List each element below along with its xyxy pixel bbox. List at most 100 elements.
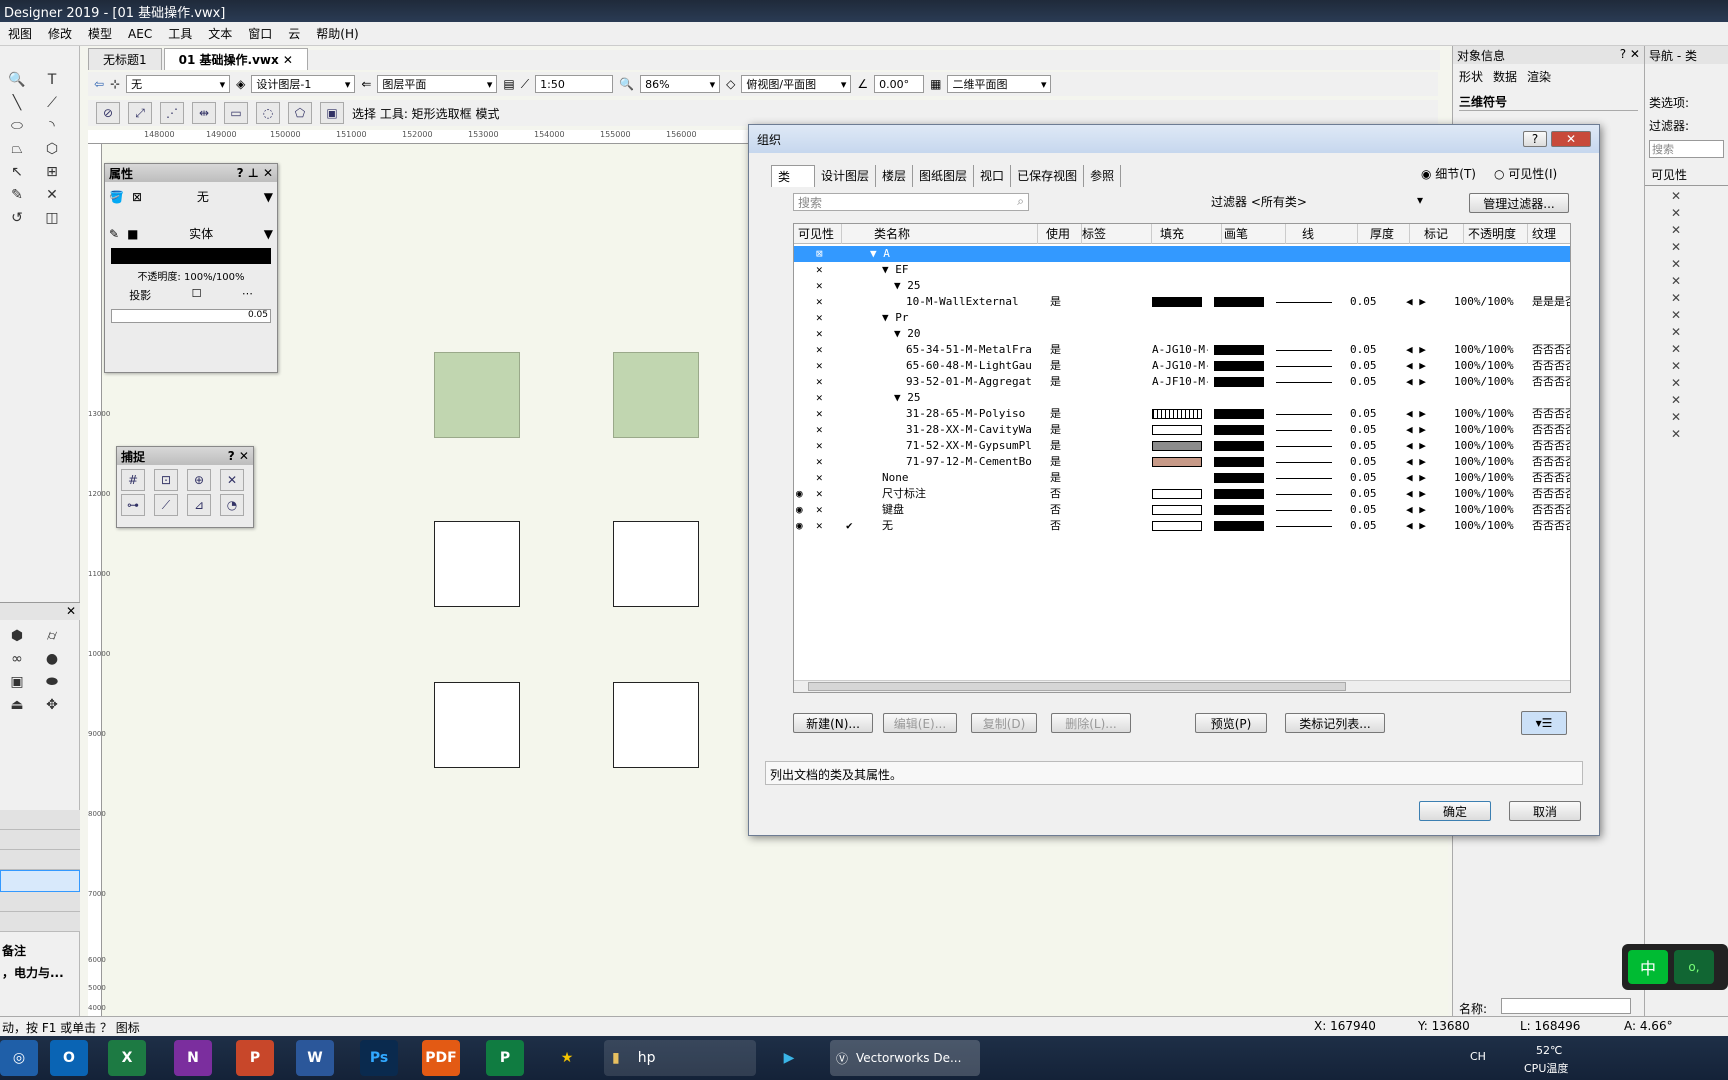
note-label[interactable]: 备注	[2, 942, 26, 959]
green-square[interactable]	[613, 352, 699, 438]
onenote-icon[interactable]: N	[174, 1040, 212, 1076]
nurbs-tool-icon[interactable]: ∞	[6, 649, 28, 669]
tab-stories[interactable]: 楼层	[876, 165, 914, 187]
table-row[interactable]: ◉ ✕ 尺寸标注 否 0.05 ◀ ▶ 100%/100% 否否否否	[794, 486, 1570, 502]
col-pen[interactable]: 画笔	[1224, 224, 1286, 244]
table-row[interactable]: ✕ ▼ Pr	[794, 310, 1570, 326]
table-row[interactable]: ◉ ✕ 键盘 否 0.05 ◀ ▶ 100%/100% 否否否否	[794, 502, 1570, 518]
white-square[interactable]	[434, 682, 520, 768]
menu-modify[interactable]: 修改	[40, 25, 80, 42]
tab-saved-views[interactable]: 已保存视图	[1011, 165, 1085, 187]
white-square[interactable]	[613, 682, 699, 768]
table-row[interactable]: ✕ 10-M-WallExternal 是 0.05 ◀ ▶ 100%/100% 是是是否	[794, 294, 1570, 310]
lineweight-field[interactable]: 0.05	[111, 309, 271, 323]
menu-view[interactable]: 视图	[0, 25, 40, 42]
menu-cloud[interactable]: 云	[280, 25, 308, 42]
align-icon[interactable]: ⇹	[192, 102, 216, 124]
start-icon[interactable]: ◎	[0, 1040, 38, 1076]
help-close-icons[interactable]: ? ⊥ ✕	[237, 166, 273, 180]
manage-filters-button[interactable]: 管理过滤器...	[1469, 193, 1569, 213]
class-tag-list-button[interactable]: 类标记列表...	[1285, 713, 1385, 733]
menu-model[interactable]: 模型	[80, 25, 120, 42]
tab-render[interactable]: 渲染	[1527, 68, 1551, 85]
col-thickness[interactable]: 厚度	[1370, 224, 1410, 244]
trim-tool-icon[interactable]: ✕	[41, 185, 63, 205]
tab-shape[interactable]: 形状	[1459, 68, 1483, 85]
taskbar-vectorworks[interactable]: Ⓥ Vectorworks De...	[830, 1040, 980, 1076]
tab-references[interactable]: 参照	[1084, 165, 1122, 187]
column-options-icon[interactable]: ▾☰	[1521, 711, 1567, 735]
resize-tool-icon[interactable]: ⊞	[41, 162, 63, 182]
table-row[interactable]: ✕ None 是 0.05 ◀ ▶ 100%/100% 否否否否	[794, 470, 1570, 486]
box-tool-icon[interactable]: ▣	[6, 672, 28, 692]
col-tag[interactable]: 标签	[1082, 224, 1152, 244]
name-field[interactable]	[1501, 998, 1631, 1014]
lasso-select-icon[interactable]: ◌	[256, 102, 280, 124]
multi-snap-icon[interactable]: ⋰	[160, 102, 184, 124]
polygon-select-icon[interactable]: ⬠	[288, 102, 312, 124]
select-tool-icon[interactable]: ↖	[6, 162, 28, 182]
sphere-tool-icon[interactable]: ●	[41, 649, 63, 669]
nav-visibility-column[interactable]: ✕ ✕ ✕ ✕ ✕ ✕ ✕ ✕ ✕ ✕ ✕ ✕ ✕ ✕ ✕	[1645, 186, 1728, 445]
chevron-down-icon[interactable]: ▼	[264, 227, 273, 241]
col-fill[interactable]: 填充	[1160, 224, 1222, 244]
horizontal-scrollbar[interactable]	[794, 680, 1570, 692]
help-icon[interactable]: ?	[1523, 131, 1547, 147]
table-row[interactable]: ✕ ▼ EF	[794, 262, 1570, 278]
text-tool-icon[interactable]: T	[41, 70, 63, 90]
pen-color-icon[interactable]: ■	[127, 227, 138, 241]
pen-color-swatch[interactable]	[111, 248, 271, 264]
star-app-icon[interactable]: ★	[548, 1040, 586, 1076]
snap-angle-icon[interactable]: ⊕	[187, 469, 211, 491]
tab-design-layers[interactable]: 设计图层	[815, 165, 877, 187]
white-square[interactable]	[434, 521, 520, 607]
standard-view-combo[interactable]: 俯视图/平面图 ▾	[741, 75, 852, 93]
tool-set-item[interactable]	[0, 912, 80, 932]
radio-visibility[interactable]: ○ 可见性(I)	[1494, 165, 1557, 182]
no-snap-icon[interactable]: ⊘	[96, 102, 120, 124]
render-mode-combo[interactable]: 二维平面图 ▾	[947, 75, 1052, 93]
hexagon-tool-icon[interactable]: ⬡	[41, 139, 63, 159]
pdf-icon[interactable]: PDF	[422, 1040, 460, 1076]
scale-field[interactable]: 1:50	[535, 75, 614, 93]
close-icon[interactable]: ✕	[1551, 131, 1591, 147]
snap-distance-icon[interactable]: ⊶	[121, 494, 145, 516]
project-icon[interactable]: P	[486, 1040, 524, 1076]
table-row[interactable]: ✕ 71-97-12-M-CementBo 是 0.05 ◀ ▶ 100%/100% 否否否…	[794, 454, 1570, 470]
ime-widget[interactable]: 中 o,	[1622, 944, 1728, 990]
shadow-checkbox[interactable]: ☐	[192, 287, 202, 303]
taskbar-folder-hp[interactable]: ▮ hp	[604, 1040, 756, 1076]
eyedropper-tool-icon[interactable]: ✎	[6, 185, 28, 205]
photoshop-icon[interactable]: Ps	[360, 1040, 398, 1076]
cylinder-tool-icon[interactable]: ⌭	[41, 626, 63, 646]
preview-button[interactable]: 预览(P)	[1195, 713, 1267, 733]
menu-text[interactable]: 文本	[200, 25, 240, 42]
table-row[interactable]: ✕ 65-60-48-M-LightGau 是 A-JG10-M-S 0.05 ◀ ▶ 10…	[794, 358, 1570, 374]
duplicate-button[interactable]: 复制(D)	[971, 713, 1037, 733]
chevron-down-icon[interactable]: ▼	[264, 190, 273, 204]
angle-field[interactable]: 0.00°	[874, 75, 925, 93]
opacity-label[interactable]: 不透明度: 100%/100%	[105, 268, 277, 283]
scrollbar-thumb[interactable]	[808, 682, 1346, 691]
zoom-combo[interactable]: 86% ▾	[640, 75, 721, 93]
help-close-icons[interactable]: ? ✕	[228, 449, 249, 463]
eraser-tool-icon[interactable]: ◫	[41, 208, 63, 228]
menu-window[interactable]: 窗口	[240, 25, 280, 42]
active-layer-combo[interactable]: 设计图层-1 ▾	[251, 75, 356, 93]
snap-object-icon[interactable]: ⊡	[154, 469, 178, 491]
radio-detail[interactable]: ◉ 细节(T)	[1421, 165, 1476, 182]
snap-arc-icon[interactable]: ◔	[220, 494, 244, 516]
col-opacity[interactable]: 不透明度	[1468, 224, 1528, 244]
snap-intersection-icon[interactable]: ✕	[220, 469, 244, 491]
punct-icon[interactable]: o,	[1674, 950, 1714, 984]
tool-set-item[interactable]	[0, 830, 80, 850]
power-label[interactable]: ，电力与...	[2, 964, 64, 981]
tab-sheet-layers[interactable]: 图纸图层	[913, 165, 975, 187]
zoom-tool-icon[interactable]: 🔍	[6, 70, 28, 90]
white-square[interactable]	[613, 521, 699, 607]
tab-untitled[interactable]: 无标题1	[88, 48, 162, 70]
col-line[interactable]: 线	[1302, 224, 1358, 244]
page-icon[interactable]: ▤	[503, 77, 514, 91]
active-class-combo[interactable]: 无 ▾	[126, 75, 231, 93]
tab-viewports[interactable]: 视口	[974, 165, 1012, 187]
